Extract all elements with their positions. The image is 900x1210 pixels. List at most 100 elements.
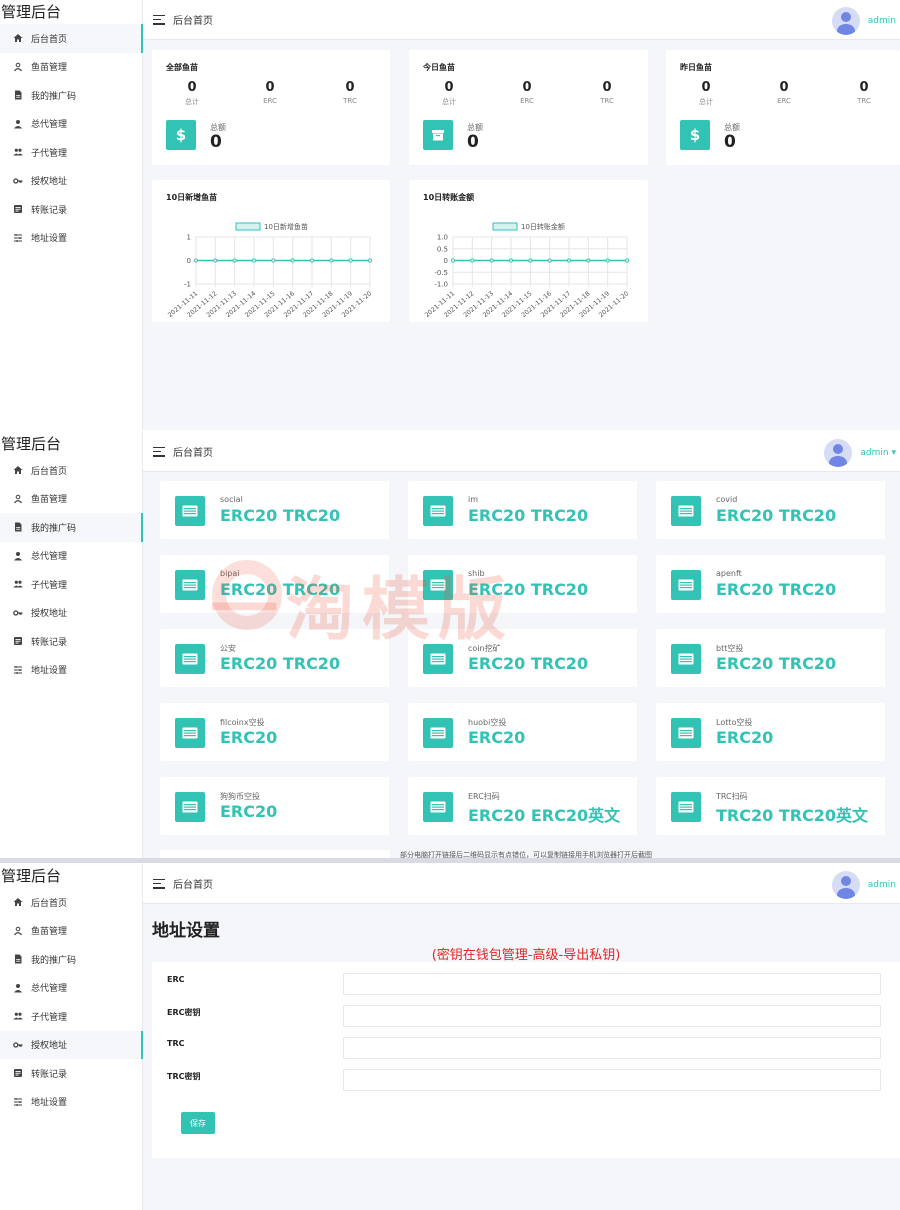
sidebar-item-6[interactable]: 转账记录 <box>0 195 142 224</box>
sidebar-item-2[interactable]: 我的推广码 <box>0 513 143 542</box>
y-tick-label: 0.5 <box>437 245 448 253</box>
menu-toggle-icon[interactable] <box>153 878 165 889</box>
avatar[interactable] <box>831 871 860 899</box>
promo-card-label: im <box>468 495 479 504</box>
sidebar-item-0[interactable]: 后台首页 <box>0 888 142 917</box>
promo-card-value[interactable]: ERC20 TRC20 <box>468 580 588 599</box>
promo-card-value[interactable]: ERC20 TRC20 <box>468 506 588 525</box>
erc-address-input[interactable] <box>343 973 881 995</box>
promo-card[interactable]: ERC扫码 ERC20 ERC20英文 <box>408 777 637 835</box>
promo-card[interactable]: filcoinx空投 ERC20 <box>160 703 389 761</box>
sidebar-item-3[interactable]: 总代管理 <box>0 110 142 139</box>
sidebar-item-4[interactable]: 子代管理 <box>0 138 142 167</box>
sidebar-item-7[interactable]: 地址设置 <box>0 1088 142 1117</box>
promo-card-value[interactable]: TRC20 TRC20英文 <box>716 802 868 826</box>
promo-card[interactable]: TRC扫码 TRC20 TRC20英文 <box>656 777 885 835</box>
y-tick-label: 0 <box>187 257 191 265</box>
promo-card-value[interactable]: ERC20 <box>220 728 277 747</box>
promo-card-value[interactable]: ERC20 <box>716 728 773 747</box>
sidebar-item-0[interactable]: 后台首页 <box>0 456 142 485</box>
stat-value: 0 <box>602 80 612 95</box>
sidebar-item-7[interactable]: 地址设置 <box>0 656 142 685</box>
data-point <box>624 258 630 263</box>
menu-toggle-icon[interactable] <box>153 446 165 457</box>
promo-card-value[interactable]: ERC20 TRC20 <box>716 580 836 599</box>
browser-window-icon <box>175 496 205 526</box>
sidebar-item-label: 授权地址 <box>31 1041 68 1052</box>
promo-card-value[interactable]: ERC20 TRC20 <box>716 654 836 673</box>
sidebar-item-7[interactable]: 地址设置 <box>0 224 142 253</box>
browser-window-icon <box>671 792 701 822</box>
sidebar-item-6[interactable]: 转账记录 <box>0 627 142 656</box>
promo-card-label: social <box>220 495 243 504</box>
promo-card-value[interactable]: ERC20 TRC20 <box>220 654 340 673</box>
sidebar-item-4[interactable]: 子代管理 <box>0 1002 142 1031</box>
browser-window-icon <box>423 570 453 600</box>
sidebar-item-3[interactable]: 总代管理 <box>0 974 142 1003</box>
promo-card-value[interactable]: ERC20 ERC20英文 <box>468 802 620 826</box>
user-menu[interactable]: admin <box>831 871 896 899</box>
avatar[interactable] <box>831 7 860 35</box>
promo-card[interactable]: coin挖矿 ERC20 TRC20 <box>408 629 637 687</box>
promo-card-value[interactable]: ERC20 TRC20 <box>220 580 340 599</box>
promo-card-value[interactable]: ERC20 TRC20 <box>220 506 340 525</box>
data-point <box>213 258 218 263</box>
user-name[interactable]: admin ▾ <box>860 448 896 458</box>
fish-icon <box>13 926 23 936</box>
legend-swatch <box>235 222 261 231</box>
sidebar-item-5[interactable]: 授权地址 <box>0 599 142 628</box>
promo-card[interactable]: covid ERC20 TRC20 <box>656 481 885 539</box>
browser-window-icon <box>175 718 205 748</box>
erc-key-input[interactable] <box>343 1005 881 1027</box>
promo-card[interactable]: social ERC20 TRC20 <box>160 481 389 539</box>
menu-toggle-icon[interactable] <box>153 14 165 25</box>
sidebar-item-2[interactable]: 我的推广码 <box>0 81 142 110</box>
trc-key-input[interactable] <box>343 1069 881 1091</box>
sidebar-item-0[interactable]: 后台首页 <box>0 24 143 53</box>
user-menu[interactable]: admin <box>831 7 896 35</box>
document-icon <box>13 954 23 964</box>
sidebar-item-3[interactable]: 总代管理 <box>0 542 142 571</box>
sidebar-item-1[interactable]: 鱼苗管理 <box>0 917 142 946</box>
address-form: ERC ERC密钥 TRC TRC密钥 保存 <box>152 962 900 1158</box>
user-name[interactable]: admin <box>868 16 896 26</box>
promo-card-value[interactable]: ERC20 <box>220 802 277 821</box>
sidebar-item-5[interactable]: 授权地址 <box>0 1030 143 1059</box>
data-point <box>232 258 237 263</box>
promo-card[interactable]: bipai ERC20 TRC20 <box>160 555 389 613</box>
topbar-title: 后台首页 <box>173 880 213 891</box>
dollar-icon: $ <box>680 120 710 150</box>
promo-card[interactable]: 狗狗币空投 ERC20 <box>160 777 389 835</box>
promo-card-value[interactable]: ERC20 <box>468 728 525 747</box>
promo-card[interactable]: btt空投 ERC20 TRC20 <box>656 629 885 687</box>
user-menu[interactable]: admin ▾ <box>824 439 896 467</box>
sidebar-item-1[interactable]: 鱼苗管理 <box>0 53 142 82</box>
page-title: 地址设置 <box>152 921 220 941</box>
promo-card-value[interactable]: ERC20 TRC20 <box>468 654 588 673</box>
save-button[interactable]: 保存 <box>181 1112 215 1134</box>
avatar[interactable] <box>824 439 853 467</box>
settings-icon <box>13 233 23 243</box>
promo-card[interactable]: 公安 ERC20 TRC20 <box>160 629 389 687</box>
sidebar-item-1[interactable]: 鱼苗管理 <box>0 485 142 514</box>
sidebar-item-2[interactable]: 我的推广码 <box>0 945 142 974</box>
sidebar-item-6[interactable]: 转账记录 <box>0 1059 142 1088</box>
y-tick-label: -0.5 <box>434 269 448 277</box>
trc-address-input[interactable] <box>343 1037 881 1059</box>
sidebar-item-4[interactable]: 子代管理 <box>0 570 142 599</box>
stat-label: ERC <box>263 97 277 105</box>
user-name[interactable]: admin <box>868 880 896 890</box>
promo-card[interactable]: shib ERC20 TRC20 <box>408 555 637 613</box>
promo-card[interactable]: im ERC20 TRC20 <box>408 481 637 539</box>
promo-card[interactable]: apenft ERC20 TRC20 <box>656 555 885 613</box>
promo-card[interactable]: Lotto空投 ERC20 <box>656 703 885 761</box>
data-point <box>605 258 610 263</box>
stat-title: 昨日鱼苗 <box>680 63 712 72</box>
sidebar-item-label: 我的推广码 <box>31 955 77 966</box>
sidebar-item-5[interactable]: 授权地址 <box>0 167 142 196</box>
sidebar-item-label: 转账记录 <box>31 1069 68 1080</box>
promo-card-value[interactable]: ERC20 TRC20 <box>716 506 836 525</box>
legend-swatch <box>492 222 518 231</box>
person-icon <box>13 119 23 129</box>
promo-card[interactable]: huobi空投 ERC20 <box>408 703 637 761</box>
